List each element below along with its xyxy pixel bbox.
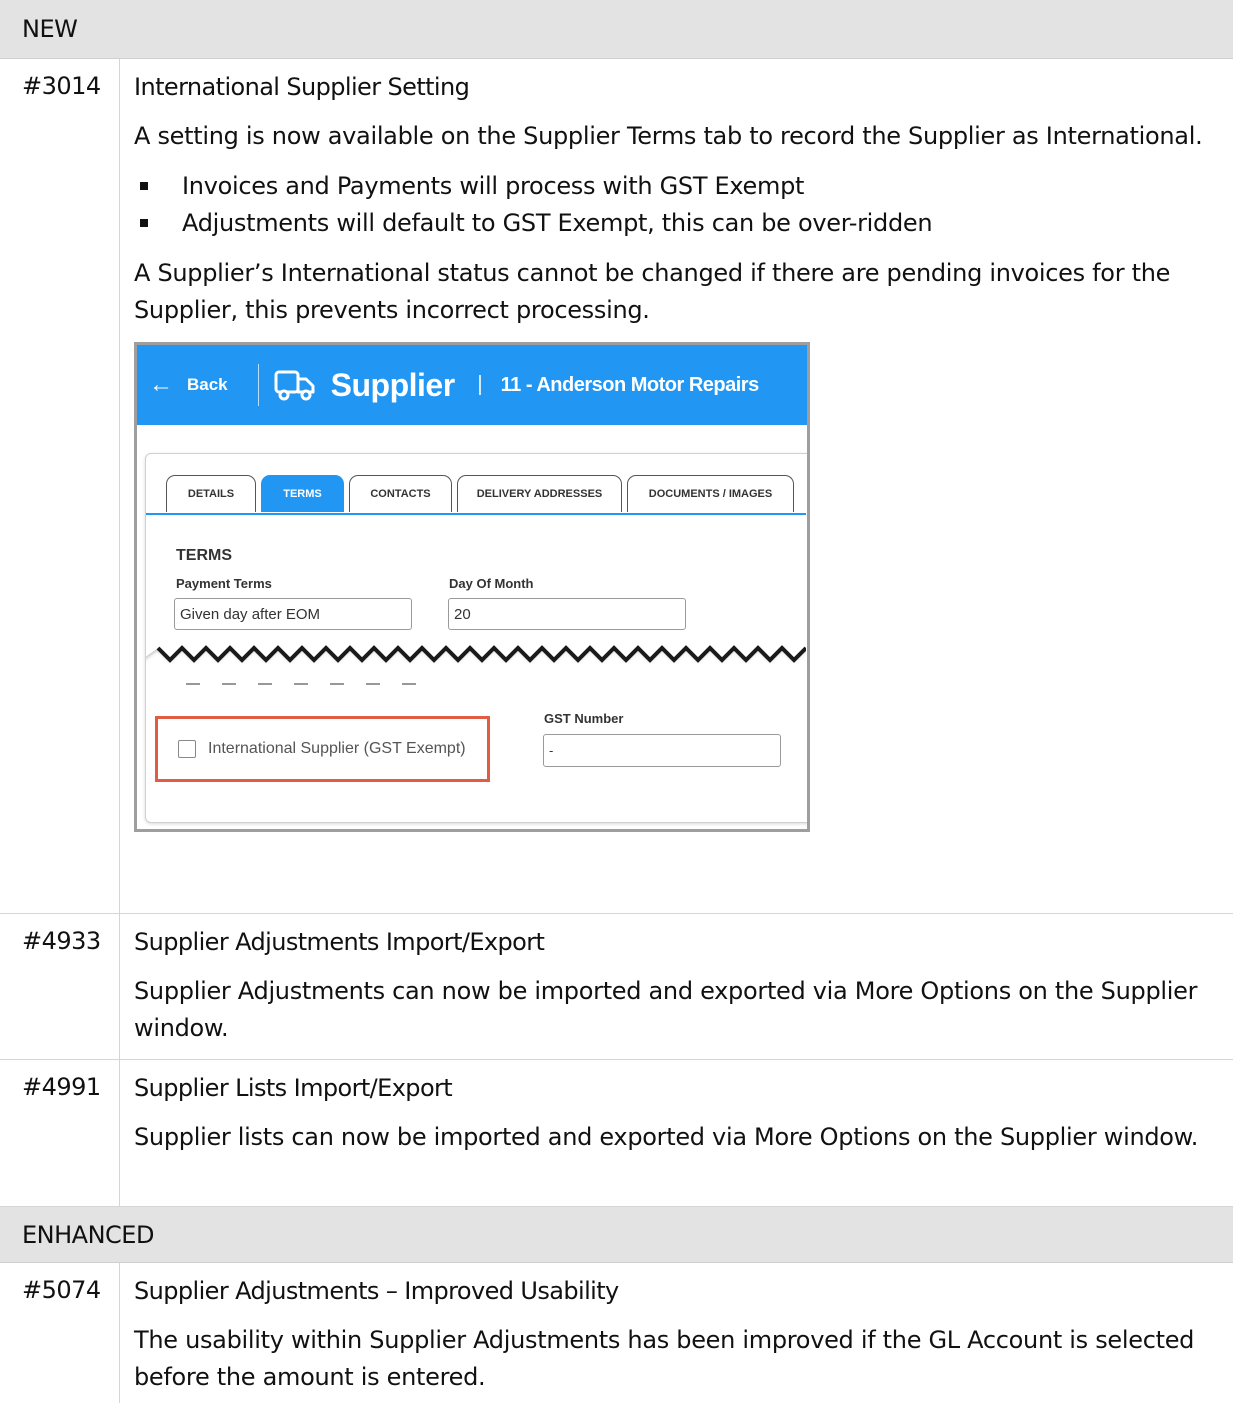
bullet-list: Invoices and Payments will process with …: [134, 168, 1233, 242]
divider: [478, 375, 481, 395]
item-description: The usability within Supplier Adjustment…: [134, 1326, 1195, 1391]
release-item: #5074 Supplier Adjustments – Improved Us…: [0, 1263, 1233, 1403]
payment-terms-field[interactable]: Given day after EOM: [174, 598, 412, 630]
release-notes-document: NEW #3014 International Supplier Setting…: [0, 0, 1233, 1403]
item-description: Supplier lists can now be imported and e…: [134, 1123, 1199, 1151]
app-bar: ← Back Supplier 11 - Anderson Motor Repa…: [137, 345, 807, 425]
page-title: Supplier: [330, 366, 456, 403]
item-description: Supplier Adjustments can now be imported…: [134, 977, 1198, 1042]
international-supplier-highlight: International Supplier (GST Exempt): [155, 716, 490, 782]
item-title: Supplier Adjustments Import/Export: [134, 928, 545, 956]
arrow-left-icon: ←: [149, 371, 173, 398]
section-header-new: NEW: [0, 0, 1233, 59]
item-id: #3014: [0, 59, 120, 913]
gst-number-label: GST Number: [544, 711, 624, 726]
tab-bar: DETAILS TERMS CONTACTS DELIVERY ADDRESSE…: [166, 475, 799, 512]
section-header-enhanced: ENHANCED: [0, 1207, 1233, 1263]
release-item: #4991 Supplier Lists Import/Export Suppl…: [0, 1060, 1233, 1207]
section-label: NEW: [22, 15, 78, 43]
tab-underline: [146, 513, 806, 515]
payment-terms-label: Payment Terms: [176, 576, 272, 591]
back-label: Back: [187, 375, 228, 394]
terms-card: DETAILS TERMS CONTACTS DELIVERY ADDRESSE…: [145, 453, 807, 823]
tab-terms[interactable]: TERMS: [261, 475, 344, 512]
divider: [257, 364, 259, 406]
international-supplier-label: International Supplier (GST Exempt): [208, 740, 466, 757]
gst-number-field[interactable]: -: [543, 734, 781, 767]
bullet-item: Adjustments will default to GST Exempt, …: [134, 205, 1233, 242]
tab-contacts[interactable]: CONTACTS: [349, 475, 452, 512]
item-id: #4991: [0, 1060, 120, 1206]
item-title: Supplier Adjustments – Improved Usabilit…: [134, 1277, 619, 1305]
release-item: #3014 International Supplier Setting A s…: [0, 59, 1233, 914]
truck-icon: [274, 370, 315, 401]
release-item: #4933 Supplier Adjustments Import/Export…: [0, 914, 1233, 1060]
day-of-month-label: Day Of Month: [449, 576, 534, 591]
item-description: A Supplier’s International status cannot…: [134, 259, 1171, 324]
back-button[interactable]: ← Back: [149, 371, 228, 399]
supplier-screenshot: ← Back Supplier 11 - Anderson Motor Repa…: [134, 342, 810, 832]
tab-delivery-addresses[interactable]: DELIVERY ADDRESSES: [457, 475, 622, 512]
bullet-item: Invoices and Payments will process with …: [134, 168, 1233, 205]
section-label: ENHANCED: [22, 1220, 154, 1249]
tab-documents-images[interactable]: DOCUMENTS / IMAGES: [627, 475, 794, 512]
day-of-month-field[interactable]: 20: [448, 598, 686, 630]
item-id: #4933: [0, 914, 120, 1059]
supplier-name: 11 - Anderson Motor Repairs: [500, 373, 760, 396]
section-heading: TERMS: [176, 547, 232, 564]
item-title: International Supplier Setting: [134, 73, 470, 101]
international-supplier-checkbox[interactable]: [178, 740, 196, 758]
torn-edge: [146, 630, 806, 685]
item-id: #5074: [0, 1263, 120, 1403]
tab-details[interactable]: DETAILS: [166, 475, 256, 512]
item-title: Supplier Lists Import/Export: [134, 1074, 453, 1102]
item-description: A setting is now available on the Suppli…: [134, 122, 1203, 150]
